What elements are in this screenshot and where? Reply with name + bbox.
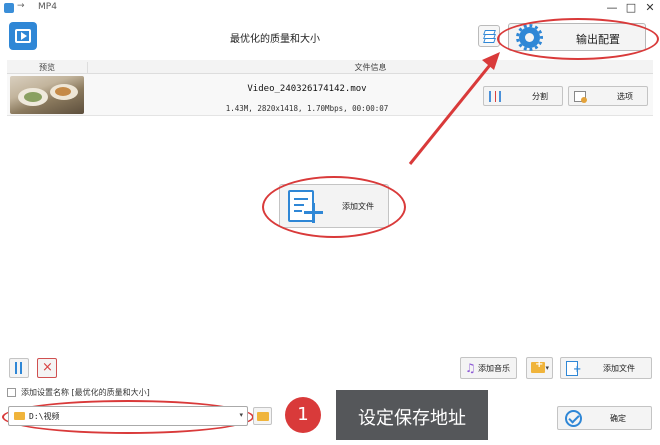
add-folder-icon bbox=[531, 359, 545, 373]
add-setting-name-label: 添加设置名称 [最优化的质量和大小] bbox=[21, 388, 150, 397]
add-setting-name-checkbox[interactable] bbox=[7, 388, 16, 397]
add-files-button[interactable]: 添加文件 bbox=[560, 357, 652, 379]
music-icon: ♫ bbox=[465, 361, 476, 375]
ok-label: 确定 bbox=[610, 414, 626, 423]
delete-button[interactable] bbox=[37, 358, 57, 378]
folder-icon bbox=[14, 412, 25, 420]
browse-folder-button[interactable] bbox=[253, 407, 272, 425]
ok-button[interactable]: 确定 bbox=[557, 406, 652, 430]
add-file-icon bbox=[566, 361, 581, 376]
sort-button[interactable] bbox=[9, 358, 29, 378]
save-path-select[interactable]: D:\视频 ▾ bbox=[8, 406, 248, 426]
add-music-label: 添加音乐 bbox=[478, 364, 510, 373]
check-circle-icon bbox=[565, 410, 582, 427]
chevron-down-icon: ▾ bbox=[545, 364, 549, 372]
add-files-label: 添加文件 bbox=[603, 364, 635, 373]
step-number-badge: 1 bbox=[285, 397, 321, 433]
chevron-down-icon[interactable]: ▾ bbox=[239, 411, 243, 419]
callout-text: 设定保存地址 bbox=[358, 408, 466, 429]
add-folder-button[interactable]: ▾ bbox=[526, 357, 553, 379]
save-path-value: D:\视频 bbox=[29, 412, 60, 421]
add-music-button[interactable]: ♫ 添加音乐 bbox=[460, 357, 517, 379]
callout-box: 设定保存地址 bbox=[336, 390, 488, 440]
